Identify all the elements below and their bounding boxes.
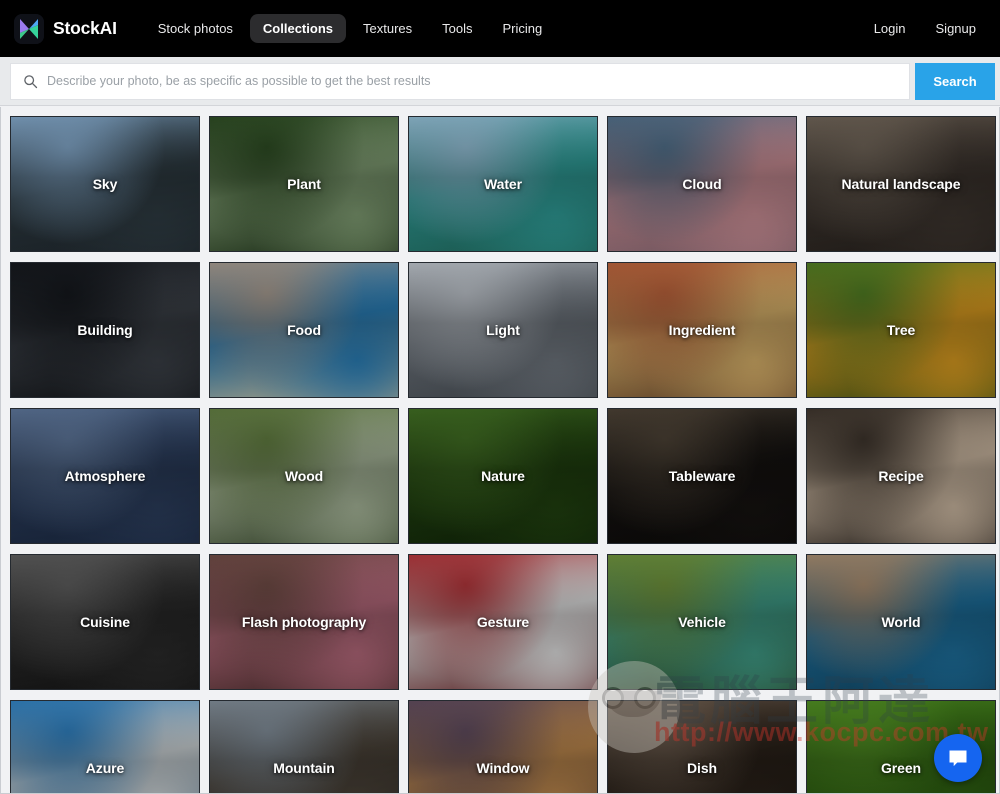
collection-label: Cloud [682, 176, 722, 192]
collection-tile[interactable]: Azure [10, 700, 200, 793]
collections-scroll-area[interactable]: Sky Plant Water Cloud Natural landscape Build… [0, 107, 1000, 794]
collection-label: Sky [92, 176, 118, 192]
collection-tile[interactable]: Vehicle [607, 554, 797, 690]
collections-grid: Sky Plant Water Cloud Natural landscape Build… [1, 107, 999, 793]
collection-tile[interactable]: Window [408, 700, 598, 793]
collection-label: Vehicle [678, 614, 726, 630]
collection-tile[interactable]: Building [10, 262, 200, 398]
collection-label: Window [476, 760, 530, 776]
collection-label: Nature [481, 468, 525, 484]
collection-label: Azure [85, 760, 125, 776]
collection-tile[interactable]: World [806, 554, 996, 690]
collection-label: Tree [886, 322, 916, 338]
collection-label: Atmosphere [64, 468, 146, 484]
nav-item-tools[interactable]: Tools [429, 14, 485, 43]
collection-tile[interactable]: Food [209, 262, 399, 398]
collection-tile[interactable]: Dish [607, 700, 797, 793]
stockai-collections-page: StockAI Stock photos Collections Texture… [0, 0, 1000, 794]
search-input[interactable] [47, 74, 897, 88]
collection-label: Recipe [878, 468, 924, 484]
collection-tile[interactable]: Mountain [209, 700, 399, 793]
collection-label: World [881, 614, 921, 630]
collection-tile[interactable]: Cloud [607, 116, 797, 252]
brand-logo[interactable]: StockAI [14, 13, 117, 44]
nav-item-pricing[interactable]: Pricing [490, 14, 556, 43]
collection-tile[interactable]: Tableware [607, 408, 797, 544]
collection-tile[interactable]: Flash photography [209, 554, 399, 690]
collection-label: Natural landscape [841, 176, 961, 192]
collection-label: Food [287, 322, 321, 338]
collection-label: Gesture [476, 614, 530, 630]
search-icon [23, 74, 38, 89]
collection-tile[interactable]: Recipe [806, 408, 996, 544]
collection-tile[interactable]: Light [408, 262, 598, 398]
thumbnail-overlay [210, 701, 398, 793]
signup-link[interactable]: Signup [932, 14, 980, 43]
brand-name: StockAI [53, 18, 117, 38]
thumbnail-overlay [608, 701, 796, 793]
nav-item-stock-photos[interactable]: Stock photos [145, 14, 246, 43]
stockai-logo-icon [14, 13, 44, 44]
nav-item-textures[interactable]: Textures [350, 14, 425, 43]
collection-label: Flash photography [241, 614, 367, 630]
thumbnail-overlay [11, 701, 199, 793]
search-bar: Search [0, 57, 1000, 106]
collection-tile[interactable]: Sky [10, 116, 200, 252]
nav-links: Stock photos Collections Textures Tools … [145, 14, 555, 43]
collection-label: Wood [284, 468, 324, 484]
search-field[interactable] [10, 62, 910, 100]
collection-tile[interactable]: Atmosphere [10, 408, 200, 544]
collection-label: Light [486, 322, 520, 338]
collection-label: Cuisine [80, 614, 130, 630]
collection-tile[interactable]: Water [408, 116, 598, 252]
collection-tile[interactable]: Wood [209, 408, 399, 544]
collection-label: Dish [687, 760, 717, 776]
collection-label: Plant [287, 176, 321, 192]
collection-label: Water [484, 176, 522, 192]
login-link[interactable]: Login [870, 14, 910, 43]
account-actions: Login Signup [870, 14, 980, 43]
nav-item-collections[interactable]: Collections [249, 14, 346, 43]
collection-tile[interactable]: Gesture [408, 554, 598, 690]
collection-label: Building [77, 322, 133, 338]
collection-tile[interactable]: Plant [209, 116, 399, 252]
chat-button[interactable] [934, 734, 982, 782]
collection-label: Ingredient [668, 322, 736, 338]
collection-tile[interactable]: Natural landscape [806, 116, 996, 252]
top-navbar: StockAI Stock photos Collections Texture… [0, 0, 1000, 57]
chat-bubble-icon [946, 746, 970, 770]
collection-tile[interactable]: Ingredient [607, 262, 797, 398]
collection-label: Mountain [273, 760, 335, 776]
collection-tile[interactable]: Nature [408, 408, 598, 544]
thumbnail-overlay [409, 701, 597, 793]
collection-tile[interactable]: Cuisine [10, 554, 200, 690]
collection-label: Tableware [668, 468, 736, 484]
search-button[interactable]: Search [915, 62, 995, 100]
collection-tile[interactable]: Tree [806, 262, 996, 398]
